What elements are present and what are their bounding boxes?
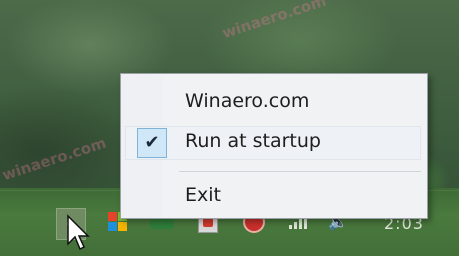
menu-item-exit[interactable]: Exit [123,178,425,212]
menu-item-label: Run at startup [185,130,321,152]
menu-item-label: Winaero.com [185,90,310,112]
menu-item-winaero[interactable]: Winaero.com [123,84,425,118]
menu-item-run-at-startup[interactable]: ✔ Run at startup [123,124,425,160]
menu-separator [179,171,421,172]
mouse-cursor-icon [67,214,90,251]
menu-item-label: Exit [185,184,221,206]
checkmark-icon: ✔ [137,128,167,158]
tray-context-menu: Winaero.com ✔ Run at startup Exit [120,73,428,219]
